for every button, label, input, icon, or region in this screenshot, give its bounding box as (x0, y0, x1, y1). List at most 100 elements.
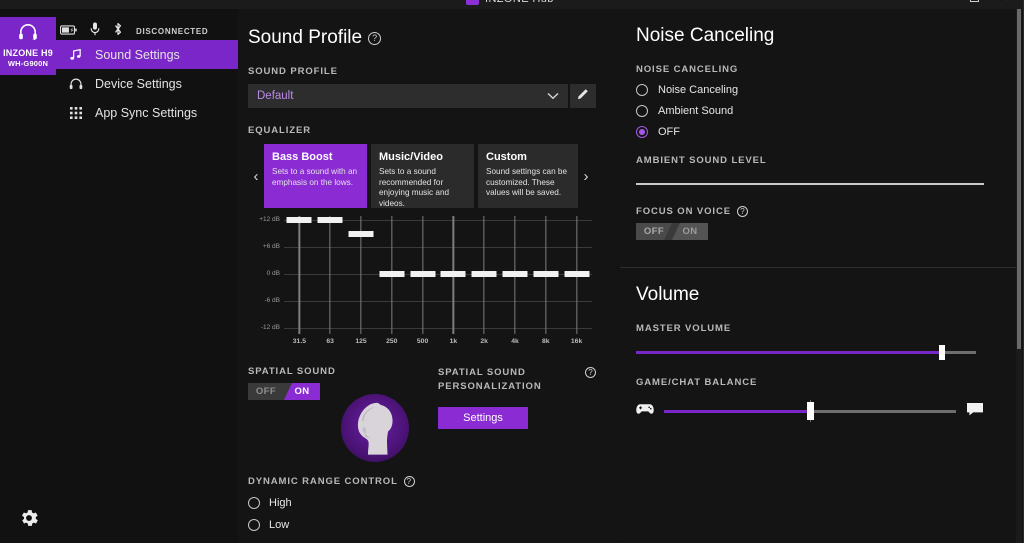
equalizer-band-thumb[interactable] (564, 271, 589, 277)
equalizer-band[interactable] (500, 214, 531, 334)
close-button[interactable]: ✕ (1004, 0, 1016, 4)
equalizer-band-thumb[interactable] (533, 271, 558, 277)
help-icon[interactable]: ? (585, 367, 596, 378)
equalizer-band-track (299, 216, 300, 334)
focus-on-voice-toggle[interactable]: OFF ON (636, 223, 708, 240)
scrollbar-thumb[interactable] (1017, 9, 1021, 349)
equalizer-x-tick-label: 250 (376, 338, 407, 345)
master-volume-label: MASTER VOLUME (636, 323, 1016, 334)
sidebar-item-app-sync-settings[interactable]: App Sync Settings (56, 98, 238, 127)
dynamic-range-option-low[interactable]: Low (248, 519, 618, 531)
headset-icon (18, 24, 38, 45)
spatial-settings-button[interactable]: Settings (438, 407, 528, 429)
preset-description: Sound settings can be customized. These … (486, 167, 574, 199)
app-logo-icon (466, 0, 479, 5)
help-icon[interactable]: ? (368, 32, 381, 45)
dynamic-range-label: DYNAMIC RANGE CONTROL (248, 476, 398, 487)
equalizer-band[interactable] (284, 214, 315, 334)
equalizer-band[interactable] (407, 214, 438, 334)
focus-on-voice-label-row: FOCUS ON VOICE ? (636, 206, 1016, 217)
equalizer-band-thumb[interactable] (410, 271, 435, 277)
equalizer-band[interactable] (561, 214, 592, 334)
edit-profile-button[interactable] (570, 84, 596, 108)
preset-description: Sets to a sound with an emphasis on the … (272, 167, 360, 188)
preset-title: Music/Video (379, 151, 467, 163)
equalizer-band[interactable] (346, 214, 377, 334)
vertical-scrollbar[interactable] (1016, 9, 1022, 543)
radio-icon (248, 497, 260, 509)
equalizer-band[interactable] (376, 214, 407, 334)
noise-canceling-title: Noise Canceling (636, 25, 1016, 47)
nc-option-off[interactable]: OFF (636, 126, 1016, 138)
slider-thumb[interactable] (807, 402, 814, 420)
equalizer-x-tick-label: 16k (561, 338, 592, 345)
carousel-next-button[interactable]: › (578, 144, 594, 208)
head-avatar (341, 394, 409, 462)
equalizer-label: EQUALIZER (248, 125, 618, 136)
toggle-on-label: ON (672, 223, 708, 240)
sidebar-item-device-settings[interactable]: Device Settings (56, 69, 238, 98)
game-chat-balance-row (636, 400, 984, 422)
spatial-personalization-label-2: PERSONALIZATION (438, 380, 606, 394)
sidebar-item-sound-settings[interactable]: Sound Settings (56, 40, 238, 69)
music-note-icon (68, 48, 83, 61)
sound-profile-value: Default (257, 90, 293, 102)
app-settings-button[interactable] (18, 507, 40, 529)
equalizer-band[interactable] (530, 214, 561, 334)
dynamic-range-control-section: DYNAMIC RANGE CONTROL ? High Low (248, 476, 618, 531)
sound-profile-row: Default (248, 84, 596, 108)
preset-card-custom[interactable]: Custom Sound settings can be customized.… (478, 144, 578, 208)
spatial-sound-section: SPATIAL SOUND OFF ON SPATIAL SOUND PERSO… (248, 366, 606, 466)
gear-icon (18, 516, 40, 533)
spatial-sound-toggle[interactable]: OFF ON (248, 383, 320, 400)
maximize-button[interactable] (968, 0, 980, 4)
nc-option-ambient-sound[interactable]: Ambient Sound (636, 105, 1016, 117)
preset-card-bass-boost[interactable]: Bass Boost Sets to a sound with an empha… (264, 144, 367, 208)
noise-canceling-label: NOISE CANCELING (636, 64, 1016, 75)
equalizer-x-tick-label: 500 (407, 338, 438, 345)
equalizer-band-thumb[interactable] (441, 271, 466, 277)
device-name: INZONE H9 (3, 48, 53, 58)
equalizer-band[interactable] (469, 214, 500, 334)
equalizer-band-thumb[interactable] (348, 231, 373, 237)
device-status-bar: DISCONNECTED (60, 22, 208, 40)
radio-label: Low (269, 519, 289, 531)
microphone-icon (90, 22, 100, 41)
ambient-sound-level-slider[interactable] (636, 178, 984, 190)
device-tile[interactable]: INZONE H9 WH-G900N (0, 17, 56, 75)
slider-thumb[interactable] (939, 345, 945, 360)
maximize-icon (970, 0, 979, 2)
equalizer-x-tick-label: 2k (469, 338, 500, 345)
volume-title: Volume (636, 284, 1016, 306)
slider-fill (664, 410, 810, 413)
nc-option-noise-canceling[interactable]: Noise Canceling (636, 84, 1016, 96)
app-title: INZONE Hub (485, 0, 554, 5)
bluetooth-icon (113, 22, 123, 41)
equalizer-band-thumb[interactable] (287, 217, 312, 223)
equalizer-x-tick-label: 4k (500, 338, 531, 345)
equalizer-y-tick-label: 0 dB (248, 270, 280, 277)
help-icon[interactable]: ? (404, 476, 415, 487)
radio-icon (636, 105, 648, 117)
spatial-personalization-label-1: SPATIAL SOUND (438, 366, 606, 380)
equalizer-x-tick-label: 63 (315, 338, 346, 345)
master-volume-slider[interactable] (636, 344, 976, 360)
equalizer-band-thumb[interactable] (472, 271, 497, 277)
help-icon[interactable]: ? (737, 206, 748, 217)
game-chat-balance-slider[interactable] (664, 400, 956, 422)
preset-title: Bass Boost (272, 151, 360, 163)
equalizer-x-tick-label: 8k (530, 338, 561, 345)
carousel-prev-button[interactable]: ‹ (248, 144, 264, 208)
dynamic-range-option-high[interactable]: High (248, 497, 618, 509)
right-panel: Noise Canceling NOISE CANCELING Noise Ca… (620, 9, 1016, 543)
equalizer-band[interactable] (315, 214, 346, 334)
equalizer-band-thumb[interactable] (318, 217, 343, 223)
sound-profile-select[interactable]: Default (248, 84, 568, 108)
preset-title: Custom (486, 151, 574, 163)
equalizer-band[interactable] (438, 214, 469, 334)
equalizer-x-tick-label: 1k (438, 338, 469, 345)
page-title-row: Sound Profile ? (248, 27, 618, 49)
preset-card-music-video[interactable]: Music/Video Sets to a sound recommended … (371, 144, 474, 208)
equalizer-band-thumb[interactable] (502, 271, 527, 277)
equalizer-band-thumb[interactable] (379, 271, 404, 277)
